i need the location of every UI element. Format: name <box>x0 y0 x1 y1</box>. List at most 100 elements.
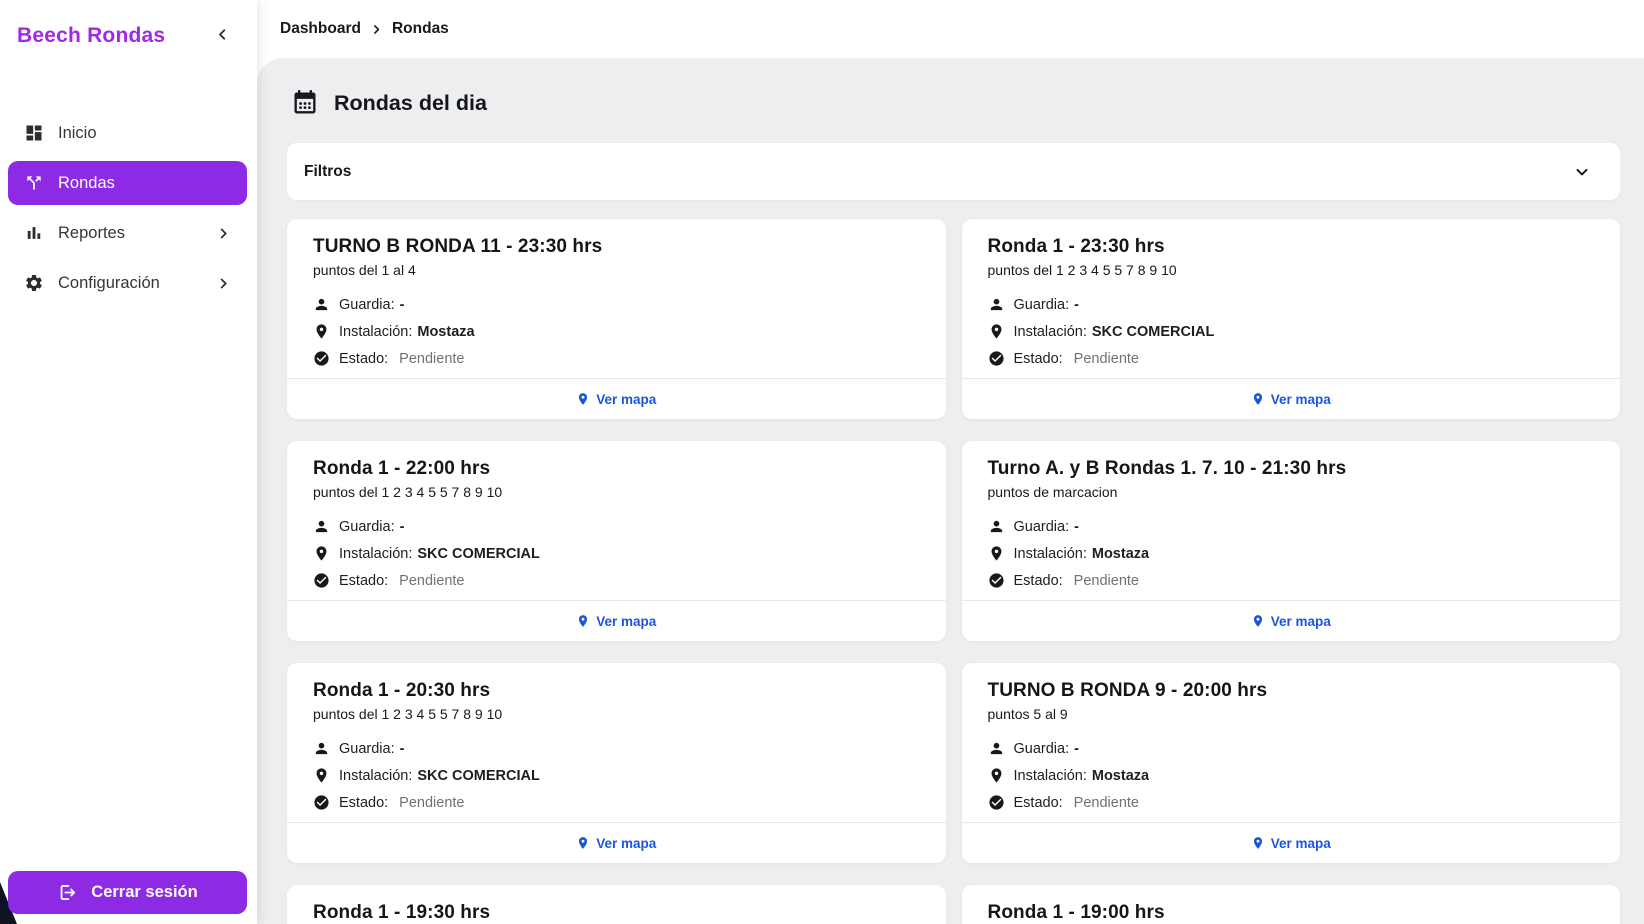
check-circle-icon <box>988 794 1014 811</box>
ronda-title: Ronda 1 - 19:00 hrs <box>988 902 1595 924</box>
ronda-subtitle: puntos del 1 2 3 4 5 5 7 8 9 10 <box>313 706 920 722</box>
ver-mapa-label: Ver mapa <box>1271 614 1331 629</box>
ronda-title: Ronda 1 - 22:00 hrs <box>313 458 920 480</box>
page-header: Rondas del dia <box>287 89 1620 117</box>
sidebar-item-reportes[interactable]: Reportes <box>0 208 257 258</box>
person-icon <box>988 740 1014 757</box>
guardia-value: - <box>1074 297 1079 313</box>
chevron-right-icon <box>370 23 383 36</box>
bar-chart-icon <box>24 223 44 243</box>
instalacion-value: Mostaza <box>1092 768 1149 784</box>
ronda-title: Ronda 1 - 19:30 hrs <box>313 902 920 924</box>
estado-label: Estado: <box>1014 795 1063 811</box>
estado-row: Estado: Pendiente <box>313 567 920 594</box>
location-pin-icon <box>988 767 1014 784</box>
ronda-card: Ronda 1 - 22:00 hrs puntos del 1 2 3 4 5… <box>287 441 946 641</box>
instalacion-value: SKC COMERCIAL <box>417 768 539 784</box>
ver-mapa-label: Ver mapa <box>1271 392 1331 407</box>
sidebar-item-label: Reportes <box>58 224 125 243</box>
estado-label: Estado: <box>1014 573 1063 589</box>
sidebar-item-label: Rondas <box>58 174 115 193</box>
ronda-card: TURNO B RONDA 9 - 20:00 hrs puntos 5 al … <box>962 663 1621 863</box>
gear-icon <box>24 273 44 293</box>
guardia-row: Guardia: - <box>988 735 1595 762</box>
ver-mapa-button[interactable]: Ver mapa <box>962 378 1621 419</box>
chevron-down-icon <box>1573 163 1591 181</box>
ronda-title: Ronda 1 - 23:30 hrs <box>988 236 1595 258</box>
estado-row: Estado: Pendiente <box>313 789 920 816</box>
chevron-right-icon <box>216 226 231 241</box>
location-pin-icon <box>313 767 339 784</box>
person-icon <box>988 296 1014 313</box>
ronda-title: Turno A. y B Rondas 1. 7. 10 - 21:30 hrs <box>988 458 1595 480</box>
sidebar-item-label: Inicio <box>58 124 97 143</box>
person-icon <box>313 296 339 313</box>
filters-panel[interactable]: Filtros <box>287 143 1620 200</box>
instalacion-row: Instalación: Mostaza <box>313 318 920 345</box>
logout-label: Cerrar sesión <box>91 883 197 902</box>
location-pin-icon <box>1251 392 1265 406</box>
instalacion-row: Instalación: SKC COMERCIAL <box>988 318 1595 345</box>
chevron-right-icon <box>216 276 231 291</box>
ver-mapa-button[interactable]: Ver mapa <box>287 378 946 419</box>
person-icon <box>313 740 339 757</box>
location-pin-icon <box>576 836 590 850</box>
chevron-left-icon <box>214 26 231 46</box>
breadcrumb-rondas: Rondas <box>392 20 449 38</box>
ronda-title: TURNO B RONDA 9 - 20:00 hrs <box>988 680 1595 702</box>
estado-label: Estado: <box>339 795 388 811</box>
ver-mapa-button[interactable]: Ver mapa <box>962 600 1621 641</box>
sidebar-nav: Inicio Rondas Reportes Configuración <box>0 108 257 308</box>
ronda-subtitle: puntos del 1 al 4 <box>313 262 920 278</box>
location-pin-icon <box>313 323 339 340</box>
instalacion-row: Instalación: Mostaza <box>988 762 1595 789</box>
instalacion-label: Instalación: <box>339 324 412 340</box>
estado-value: Pendiente <box>1074 573 1139 589</box>
breadcrumb-dashboard[interactable]: Dashboard <box>280 20 361 38</box>
location-pin-icon <box>313 545 339 562</box>
location-pin-icon <box>576 392 590 406</box>
estado-value: Pendiente <box>399 795 464 811</box>
guardia-value: - <box>1074 519 1079 535</box>
instalacion-label: Instalación: <box>339 768 412 784</box>
estado-row: Estado: Pendiente <box>988 789 1595 816</box>
guardia-label: Guardia: <box>1014 519 1070 535</box>
ronda-info: Guardia: - Instalación: SKC COMERCIAL Es… <box>313 513 920 594</box>
guardia-label: Guardia: <box>1014 741 1070 757</box>
topbar: Dashboard Rondas <box>257 0 1644 58</box>
ronda-card: Ronda 1 - 19:30 hrs <box>287 885 946 924</box>
ronda-subtitle: puntos del 1 2 3 4 5 5 7 8 9 10 <box>313 484 920 500</box>
guardia-value: - <box>400 741 405 757</box>
ronda-subtitle: puntos del 1 2 3 4 5 5 7 8 9 10 <box>988 262 1595 278</box>
check-circle-icon <box>988 572 1014 589</box>
estado-value: Pendiente <box>1074 351 1139 367</box>
person-icon <box>988 518 1014 535</box>
sidebar-item-inicio[interactable]: Inicio <box>0 108 257 158</box>
person-icon <box>313 518 339 535</box>
ver-mapa-button[interactable]: Ver mapa <box>287 822 946 863</box>
logout-icon <box>57 882 78 903</box>
location-pin-icon <box>576 614 590 628</box>
guardia-value: - <box>1074 741 1079 757</box>
guardia-value: - <box>400 297 405 313</box>
ronda-info: Guardia: - Instalación: Mostaza Estado: … <box>988 513 1595 594</box>
ronda-card: Turno A. y B Rondas 1. 7. 10 - 21:30 hrs… <box>962 441 1621 641</box>
guardia-row: Guardia: - <box>313 291 920 318</box>
instalacion-row: Instalación: SKC COMERCIAL <box>313 762 920 789</box>
sidebar-item-rondas[interactable]: Rondas <box>8 161 247 205</box>
dashboard-icon <box>24 123 44 143</box>
ronda-subtitle: puntos de marcacion <box>988 484 1595 500</box>
guardia-row: Guardia: - <box>988 513 1595 540</box>
sidebar: Beech Rondas Inicio Rondas Reportes <box>0 0 257 924</box>
route-split-icon <box>24 173 44 193</box>
guardia-label: Guardia: <box>1014 297 1070 313</box>
ver-mapa-button[interactable]: Ver mapa <box>962 822 1621 863</box>
sidebar-collapse-button[interactable] <box>212 24 233 48</box>
logout-button[interactable]: Cerrar sesión <box>8 871 247 914</box>
instalacion-label: Instalación: <box>1014 768 1087 784</box>
ver-mapa-button[interactable]: Ver mapa <box>287 600 946 641</box>
ronda-info: Guardia: - Instalación: SKC COMERCIAL Es… <box>988 291 1595 372</box>
sidebar-item-configuracion[interactable]: Configuración <box>0 258 257 308</box>
ronda-info: Guardia: - Instalación: Mostaza Estado: … <box>313 291 920 372</box>
estado-row: Estado: Pendiente <box>313 345 920 372</box>
